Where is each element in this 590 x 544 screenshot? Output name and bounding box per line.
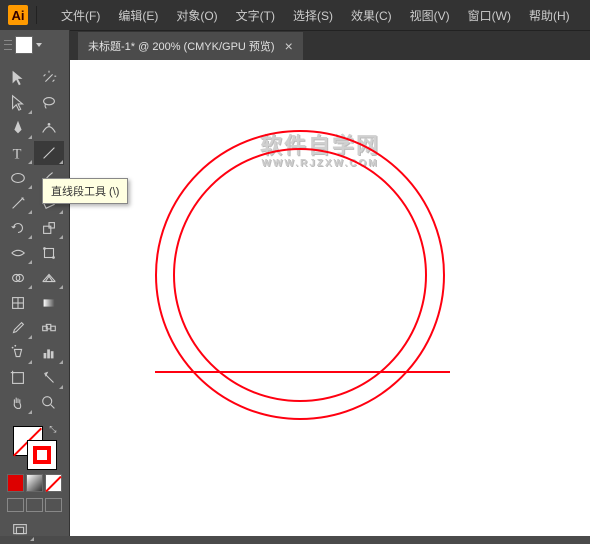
perspective-grid-tool[interactable]	[34, 266, 64, 290]
shape-builder-tool[interactable]	[3, 266, 33, 290]
lasso-tool[interactable]	[34, 91, 64, 115]
canvas[interactable]: 软件自学网 WWW.RJZXW.COM	[70, 60, 590, 536]
tool-tooltip: 直线段工具 (\)	[42, 178, 128, 204]
menu-edit[interactable]: 编辑(E)	[110, 3, 166, 28]
blend-tool[interactable]	[34, 316, 64, 340]
gradient-tool[interactable]	[34, 291, 64, 315]
menu-object[interactable]: 对象(O)	[168, 3, 225, 28]
slice-tool[interactable]	[34, 366, 64, 390]
panel-grip-icon[interactable]	[4, 38, 12, 52]
selection-tool[interactable]	[3, 66, 33, 90]
draw-behind-icon[interactable]	[26, 498, 43, 512]
scale-tool[interactable]	[34, 216, 64, 240]
menu-select[interactable]: 选择(S)	[285, 3, 341, 28]
curvature-tool[interactable]	[34, 116, 64, 140]
symbol-sprayer-tool[interactable]	[3, 341, 33, 365]
artboard-tool[interactable]	[3, 366, 33, 390]
control-bar	[0, 30, 70, 60]
type-tool[interactable]: T	[3, 141, 33, 165]
menu-view[interactable]: 视图(V)	[402, 3, 458, 28]
hand-tool[interactable]	[3, 391, 33, 415]
menu-window[interactable]: 窗口(W)	[460, 3, 519, 28]
column-graph-tool[interactable]	[34, 341, 64, 365]
control-fill-swatch[interactable]	[15, 36, 33, 54]
line-segment-tool[interactable]	[34, 141, 64, 165]
zoom-tool[interactable]	[34, 391, 64, 415]
artwork	[70, 60, 590, 536]
screen-mode-button[interactable]	[5, 518, 35, 542]
menu-bar: 文件(F) 编辑(E) 对象(O) 文字(T) 选择(S) 效果(C) 视图(V…	[53, 3, 578, 28]
color-mode-gradient[interactable]	[26, 474, 43, 492]
toolbox-panel: T	[0, 60, 70, 536]
free-transform-tool[interactable]	[34, 241, 64, 265]
pen-tool[interactable]	[3, 116, 33, 140]
app-logo-icon: Ai	[8, 5, 28, 25]
ellipse-tool[interactable]	[3, 166, 33, 190]
width-tool[interactable]	[3, 241, 33, 265]
svg-text:T: T	[13, 146, 22, 162]
document-tab-title: 未标题-1* @ 200% (CMYK/GPU 预览)	[88, 38, 275, 54]
menu-help[interactable]: 帮助(H)	[521, 3, 578, 28]
draw-inside-icon[interactable]	[45, 498, 62, 512]
magic-wand-tool[interactable]	[34, 66, 64, 90]
document-tab[interactable]: 未标题-1* @ 200% (CMYK/GPU 预览) ×	[78, 32, 303, 60]
close-icon[interactable]: ×	[285, 38, 293, 54]
rotate-tool[interactable]	[3, 216, 33, 240]
eyedropper-tool[interactable]	[3, 316, 33, 340]
menu-type[interactable]: 文字(T)	[228, 3, 283, 28]
color-controls: ⤡	[3, 420, 66, 544]
document-tab-bar: 未标题-1* @ 200% (CMYK/GPU 预览) ×	[0, 30, 590, 60]
chevron-down-icon[interactable]	[36, 43, 42, 47]
swap-colors-icon[interactable]: ⤡	[49, 424, 56, 435]
menu-effect[interactable]: 效果(C)	[343, 3, 400, 28]
color-mode-none[interactable]	[45, 474, 62, 492]
app-header: Ai 文件(F) 编辑(E) 对象(O) 文字(T) 选择(S) 效果(C) 视…	[0, 0, 590, 30]
color-mode-solid[interactable]	[7, 474, 24, 492]
stroke-color-swatch[interactable]	[27, 440, 57, 470]
shaper-tool[interactable]	[3, 191, 33, 215]
direct-selection-tool[interactable]	[3, 91, 33, 115]
draw-normal-icon[interactable]	[7, 498, 24, 512]
mesh-tool[interactable]	[3, 291, 33, 315]
menu-file[interactable]: 文件(F)	[53, 3, 108, 28]
